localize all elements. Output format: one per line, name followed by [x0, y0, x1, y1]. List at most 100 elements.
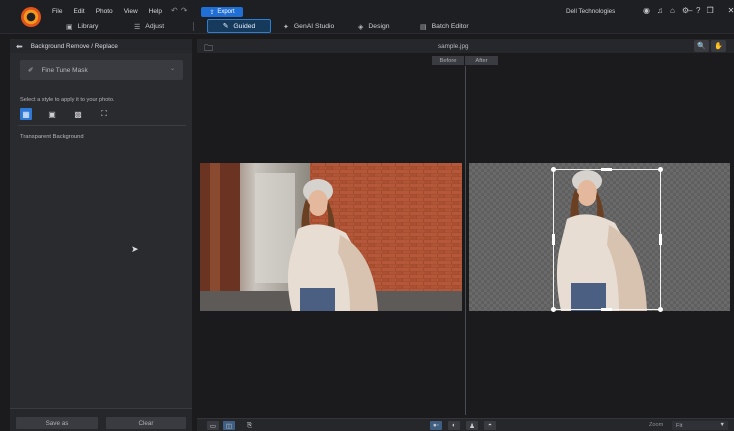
bookmark-icon[interactable]: ⌂ [670, 6, 675, 15]
design-icon: ◈ [358, 23, 364, 31]
canvas-toolbar: 🗀 sample.jpg 🔍 ✋ [197, 39, 734, 53]
menu-help[interactable]: Help [149, 8, 162, 15]
nav-library-label: Library [77, 23, 99, 30]
panel-divider [18, 125, 186, 126]
window-controls: – ❐ ✕ [688, 6, 734, 15]
nav-divider [193, 22, 194, 31]
compare-icon[interactable]: ⎘ [247, 421, 252, 430]
panel-header: ⬅ Background Remove / Replace [10, 39, 192, 53]
app-logo [21, 7, 41, 27]
sparkle-icon: ✦ [283, 23, 289, 31]
tab-guided[interactable]: ✎ Guided [207, 19, 271, 33]
resize-handle-left[interactable] [552, 234, 555, 245]
chevron-down-icon: ▼ [719, 422, 725, 428]
restore-icon[interactable]: ❐ [706, 6, 713, 15]
image-icon: ▣ [48, 109, 56, 119]
compare-divider[interactable] [465, 66, 466, 415]
before-tab[interactable]: Before [432, 56, 464, 65]
bottom-toolbar: ▭ ◫ ⎘ ●◦ ◐ ♟ ◓ Zoom Fit ▼ [197, 418, 734, 431]
style-hint: Select a style to apply it to your photo… [20, 97, 115, 103]
file-name: sample.jpg [438, 43, 469, 50]
resize-handle-top-left[interactable] [551, 167, 556, 172]
split-view-button[interactable]: ◫ [223, 421, 235, 430]
style-custom-button[interactable]: ⛶ [98, 108, 110, 120]
folder-icon[interactable]: 🗀 [204, 41, 213, 57]
sliders-icon: ☰ [134, 23, 141, 31]
style-transparent-button[interactable]: ▦ [20, 108, 32, 120]
zoom-label: Zoom [649, 422, 664, 428]
menu-photo[interactable]: Photo [96, 8, 113, 15]
person-view-button[interactable]: ♟ [466, 421, 478, 430]
style-options: ▦ ▣ ▩ ⛶ [20, 108, 110, 120]
fine-tune-label: Fine Tune Mask [41, 66, 88, 74]
resize-handle-bottom-left[interactable] [551, 307, 556, 312]
menu-file[interactable]: File [52, 8, 62, 15]
menu-bar: File Edit Photo View Help [52, 8, 162, 15]
wand-icon: ✎ [222, 23, 229, 30]
style-image-button[interactable]: ▣ [46, 108, 58, 120]
menu-view[interactable]: View [124, 8, 138, 15]
before-photo [200, 163, 462, 311]
account-name[interactable]: Dell Technologies [566, 8, 615, 15]
resize-handle-bottom-right[interactable] [658, 307, 663, 312]
menu-edit[interactable]: Edit [73, 8, 84, 15]
tab-genai-studio[interactable]: ✦ GenAI Studio [283, 20, 334, 33]
selected-style-label: Transparent Background [20, 134, 84, 140]
before-after-tabs: Before After [432, 56, 498, 65]
hand-icon: ✋ [714, 43, 723, 50]
back-arrow-icon[interactable]: ⬅ [16, 42, 23, 51]
panel-title: Background Remove / Replace [30, 42, 118, 50]
photo-icon: ⛶ [101, 109, 107, 118]
undo-icon[interactable]: ↶ [171, 6, 181, 15]
panel-footer: Save as Clear [10, 408, 192, 431]
resize-handle-top[interactable] [601, 168, 612, 171]
chevron-down-icon: ⌄ [169, 66, 175, 72]
zoom-tool-button[interactable]: 🔍 [694, 40, 709, 52]
nav-adjust[interactable]: ☰ Adjust [134, 20, 164, 33]
person-icon: ♟ [469, 422, 475, 430]
mask-view-icon: ●◦ [432, 422, 440, 429]
zoom-select[interactable]: Fit ▼ [672, 421, 728, 430]
left-panel: ⬅ Background Remove / Replace ✐ Fine Tun… [10, 39, 192, 431]
contrast-icon: ◐ [452, 422, 456, 429]
style-color-button[interactable]: ▩ [72, 108, 84, 120]
user-icon[interactable]: ◉ [643, 6, 650, 15]
magnifier-icon: 🔍 [697, 43, 706, 50]
export-button[interactable]: ⇪ Export [201, 7, 243, 17]
nav-library[interactable]: ▣ Library [66, 20, 98, 33]
background-view-button[interactable]: ◓ [484, 421, 496, 430]
tab-design-label: Design [368, 23, 390, 30]
resize-handle-bottom[interactable] [601, 308, 612, 311]
fine-tune-mask-dropdown[interactable]: ✐ Fine Tune Mask ⌄ [20, 60, 183, 80]
before-photo-art [200, 163, 462, 311]
contrast-view-button[interactable]: ◐ [448, 421, 460, 430]
single-view-button[interactable]: ▭ [207, 421, 219, 430]
resize-handle-top-right[interactable] [658, 167, 663, 172]
redo-icon[interactable]: ↷ [181, 6, 191, 15]
bell-icon[interactable]: ♫ [657, 6, 663, 15]
tab-genai-label: GenAI Studio [293, 23, 335, 30]
crop-selection-box[interactable] [553, 169, 661, 310]
pan-tool-button[interactable]: ✋ [711, 40, 726, 52]
background-icon: ◓ [488, 422, 492, 429]
after-tab[interactable]: After [465, 56, 498, 65]
close-icon[interactable]: ✕ [728, 6, 734, 15]
tab-guided-label: Guided [233, 22, 256, 30]
color-icon: ▩ [74, 109, 82, 119]
zoom-value: Fit [676, 422, 683, 429]
resize-handle-right[interactable] [659, 234, 662, 245]
mouse-cursor-icon: ➤ [131, 244, 139, 254]
export-label: Export [217, 9, 235, 15]
batch-icon: ▤ [420, 23, 427, 31]
split-view-icon: ◫ [225, 422, 233, 430]
mask-view-button[interactable]: ●◦ [430, 421, 442, 430]
nav-adjust-label: Adjust [145, 23, 165, 30]
minimize-icon[interactable]: – [688, 6, 692, 15]
export-icon: ⇪ [209, 9, 215, 16]
single-view-icon: ▭ [209, 422, 217, 430]
save-as-button[interactable]: Save as [16, 417, 98, 429]
tab-batch-editor[interactable]: ▤ Batch Editor [420, 20, 469, 33]
tab-design[interactable]: ◈ Design [358, 20, 390, 33]
clear-button[interactable]: Clear [106, 417, 186, 429]
transparent-icon: ▦ [22, 109, 30, 119]
